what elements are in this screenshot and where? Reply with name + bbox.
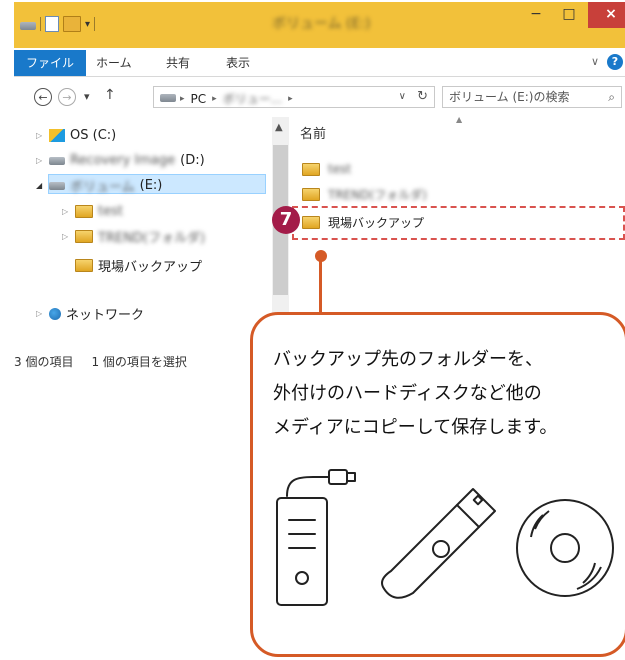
instruction-callout: バックアップ先のフォルダーを、 外付けのハードディスクなど他の メディアにコピー…	[250, 312, 625, 657]
window-title: ボリューム (E:)	[272, 16, 371, 32]
list-item[interactable]: TREND(フォルダ)	[302, 186, 427, 203]
tree-label: test	[98, 204, 123, 219]
navigation-bar: ← → ▾ ↑ ▸ PC ▸ ボリュー... ▸ ∨ ↻ ボリューム (E:)の…	[14, 84, 625, 112]
breadcrumb-sep: ▸	[212, 93, 217, 104]
tree-item-recovery[interactable]: ▷ Recovery Image (D:)	[36, 153, 205, 168]
tree-item-volume[interactable]: ◢ ボリューム (E:)	[36, 176, 162, 195]
tab-view[interactable]: 表示	[214, 50, 262, 76]
media-icons	[276, 469, 614, 606]
search-icon: ⌕	[608, 90, 615, 104]
address-dropdown-icon[interactable]: ∨	[399, 91, 406, 102]
network-icon	[49, 307, 61, 320]
expand-icon[interactable]: ▷	[62, 207, 70, 216]
minimize-button[interactable]: −	[521, 2, 551, 28]
tree-item-sub2[interactable]: ▷ TREND(フォルダ)	[62, 227, 205, 246]
navigation-pane: ▷ OS (C:) ▷ Recovery Image (D:) ◢ ボリューム …	[14, 117, 272, 380]
new-folder-icon[interactable]	[63, 16, 81, 32]
usb-memory-icon	[381, 488, 496, 599]
tree-item-os[interactable]: ▷ OS (C:)	[36, 128, 116, 143]
back-button[interactable]: ←	[34, 88, 52, 106]
list-item[interactable]: test	[302, 162, 351, 176]
tree-label: 現場バックアップ	[98, 260, 203, 275]
file-name: TREND(フォルダ)	[328, 188, 427, 202]
divider	[40, 17, 41, 31]
help-icon[interactable]: ?	[607, 54, 623, 70]
forward-button[interactable]: →	[58, 88, 76, 106]
expand-icon[interactable]: ▷	[36, 156, 44, 165]
tree-label: ボリューム	[70, 180, 135, 195]
tree-label: TREND(フォルダ)	[98, 231, 206, 246]
tree-label: Recovery Image	[70, 153, 176, 168]
expand-icon[interactable]: ▷	[36, 309, 44, 318]
selected-count: 1 個の項目を選択	[91, 355, 187, 369]
folder-icon	[75, 205, 93, 218]
scroll-up-icon[interactable]: ▲	[275, 122, 283, 133]
maximize-button[interactable]: □	[554, 2, 584, 28]
connector-line	[319, 257, 322, 312]
column-header-name[interactable]: 名前	[300, 123, 326, 142]
drive-icon	[49, 181, 65, 190]
highlight-box	[292, 206, 625, 240]
tree-item-sub1[interactable]: ▷ test	[62, 204, 123, 219]
drive-icon	[49, 156, 65, 165]
expand-ribbon-icon[interactable]: ∨	[591, 55, 599, 68]
folder-icon	[302, 188, 320, 201]
title-bar: ▾ ボリューム (E:) − □ ×	[14, 2, 625, 48]
tab-file[interactable]: ファイル	[14, 50, 87, 76]
breadcrumb-sep: ▸	[288, 93, 293, 104]
external-hdd-icon	[276, 469, 356, 606]
address-bar[interactable]: ▸ PC ▸ ボリュー... ▸ ∨ ↻	[153, 86, 435, 108]
tree-item-genba[interactable]: 現場バックアップ	[75, 256, 202, 275]
recent-locations-icon[interactable]: ▾	[84, 90, 90, 103]
divider	[94, 17, 96, 31]
up-button[interactable]: ↑	[104, 87, 116, 103]
collapse-icon[interactable]: ◢	[36, 181, 44, 190]
close-button[interactable]: ×	[588, 2, 625, 28]
expand-icon[interactable]: ▷	[36, 131, 44, 140]
windows-drive-icon	[49, 129, 65, 142]
quick-access-toolbar: ▾	[20, 16, 96, 32]
tab-home[interactable]: ホーム	[84, 50, 144, 76]
refresh-icon[interactable]: ↻	[417, 89, 428, 104]
breadcrumb-volume[interactable]: ボリュー...	[223, 90, 282, 107]
item-count: 3 個の項目	[14, 355, 74, 369]
status-bar: 3 個の項目 1 個の項目を選択	[14, 353, 187, 370]
ribbon-tabs: ファイル ホーム 共有 表示 ∨ ?	[14, 50, 625, 77]
drive-icon	[160, 94, 176, 102]
tree-item-network[interactable]: ▷ ネットワーク	[36, 304, 144, 323]
search-placeholder: ボリューム (E:)の検索	[449, 90, 570, 104]
folder-icon	[302, 162, 320, 176]
cd-disc-icon	[516, 499, 614, 597]
tab-share[interactable]: 共有	[154, 50, 202, 76]
breadcrumb-pc[interactable]: PC	[191, 92, 207, 106]
search-input[interactable]: ボリューム (E:)の検索 ⌕	[442, 86, 622, 108]
properties-icon[interactable]	[45, 16, 59, 32]
breadcrumb-sep: ▸	[180, 93, 185, 104]
file-name: test	[328, 162, 352, 176]
tree-label: OS (C:)	[70, 128, 117, 143]
drive-icon	[20, 22, 36, 30]
customize-toolbar-icon[interactable]: ▾	[85, 19, 90, 30]
tree-label: ネットワーク	[66, 308, 145, 323]
folder-icon	[75, 230, 93, 243]
tree-label-suffix: (D:)	[180, 153, 205, 168]
tree-label-suffix: (E:)	[139, 178, 163, 193]
sort-ascending-icon: ▲	[456, 115, 463, 124]
folder-icon	[75, 259, 93, 272]
step-badge: 7	[272, 206, 300, 234]
expand-icon[interactable]: ▷	[62, 232, 70, 241]
